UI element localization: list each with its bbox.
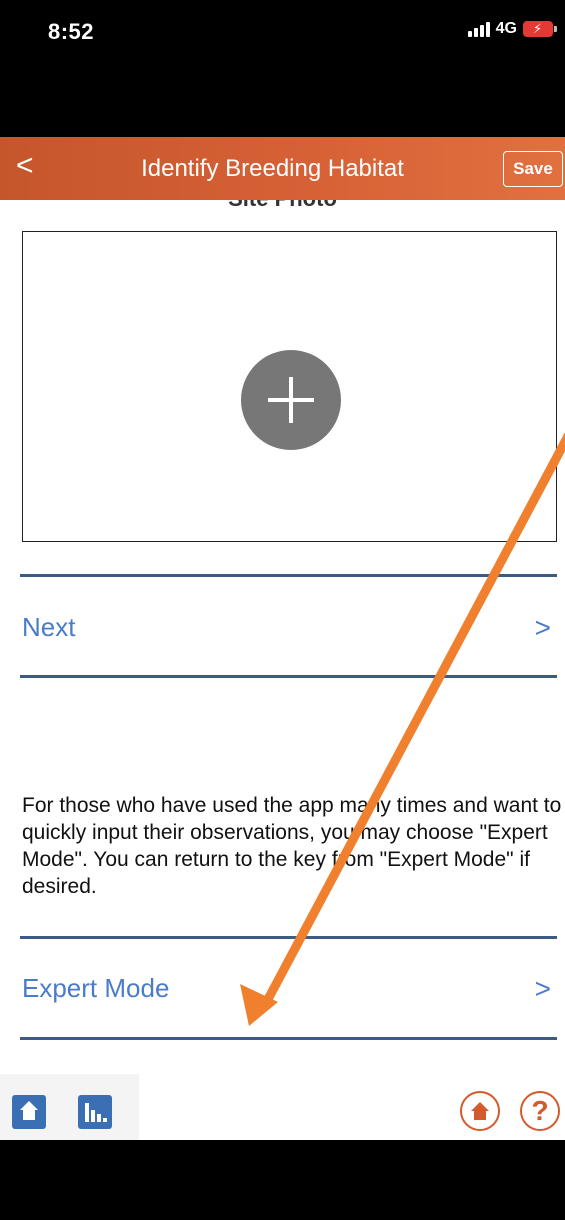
chevron-right-icon: > [534,973,551,1004]
main-content: Site Photo Next > For those who have use… [0,200,565,1220]
page-title: Identify Breeding Habitat [141,155,404,182]
divider [20,1037,557,1040]
status-indicators: 4G ⚡ [467,20,557,38]
expert-mode-description: For those who have used the app many tim… [22,794,562,898]
divider [20,675,557,678]
divider [20,936,557,939]
save-button[interactable]: Save [503,151,563,187]
home-circle-icon[interactable] [460,1091,500,1131]
expert-mode-row[interactable]: Expert Mode > [22,973,557,1004]
site-photo-box[interactable] [22,231,557,542]
signal-icon [467,21,490,37]
divider [20,574,557,577]
add-photo-plus-icon[interactable] [241,350,341,450]
stats-chart-icon[interactable] [78,1095,112,1129]
next-row[interactable]: Next > [22,612,557,643]
status-bar: 8:52 4G ⚡ [0,0,565,137]
expert-mode-label: Expert Mode [22,973,170,1003]
section-heading: Site Photo [0,200,565,212]
navigation-bar: < Identify Breeding Habitat Save [0,137,565,200]
status-time: 8:52 [48,19,95,44]
home-icon[interactable] [12,1095,46,1129]
next-label: Next [22,612,76,642]
help-icon[interactable]: ? [520,1091,560,1131]
battery-icon: ⚡ [523,21,557,37]
chevron-right-icon: > [534,612,551,643]
home-indicator-area [0,1140,565,1220]
network-type: 4G [495,20,517,37]
